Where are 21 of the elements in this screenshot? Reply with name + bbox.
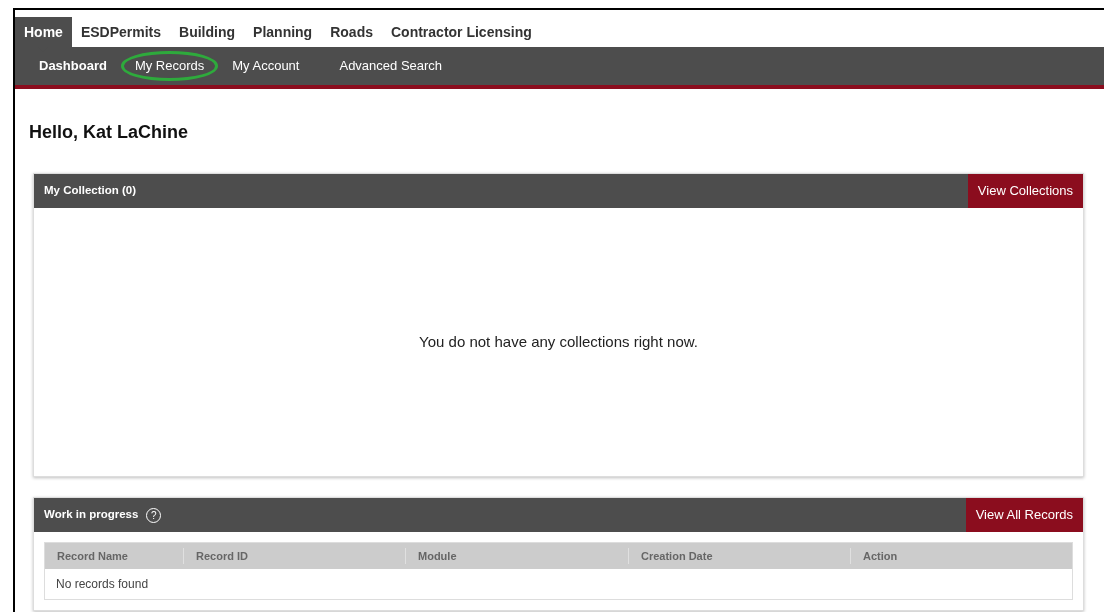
sub-nav-link[interactable]: Advanced Search: [325, 52, 457, 80]
sub-nav-link[interactable]: My Records: [120, 51, 219, 81]
sub-nav-link[interactable]: Dashboard: [25, 52, 121, 80]
nav-tab[interactable]: Roads: [321, 17, 382, 47]
column-header[interactable]: Record Name: [45, 547, 183, 565]
greeting: Hello, Kat LaChine: [29, 121, 190, 144]
nav-tab[interactable]: Planning: [244, 17, 322, 47]
nav-tab[interactable]: Contractor Licensing: [382, 17, 541, 47]
nav-tab[interactable]: Building: [170, 17, 245, 47]
panel-title: Work in progress: [44, 507, 139, 523]
view-collections-button[interactable]: View Collections: [967, 174, 1083, 208]
view-all-records-button[interactable]: View All Records: [965, 498, 1083, 532]
nav-tab[interactable]: ESDPermits: [71, 17, 171, 47]
column-header[interactable]: Creation Date: [628, 547, 850, 565]
column-header[interactable]: Action: [850, 547, 1072, 565]
empty-message: No records found: [55, 576, 150, 593]
column-header[interactable]: Module: [405, 547, 628, 565]
column-header[interactable]: Record ID: [183, 547, 405, 565]
empty-message: You do not have any collections right now.: [419, 331, 698, 352]
panel-title: My Collection (0): [44, 183, 136, 199]
sub-nav-link[interactable]: My Account: [218, 52, 314, 80]
